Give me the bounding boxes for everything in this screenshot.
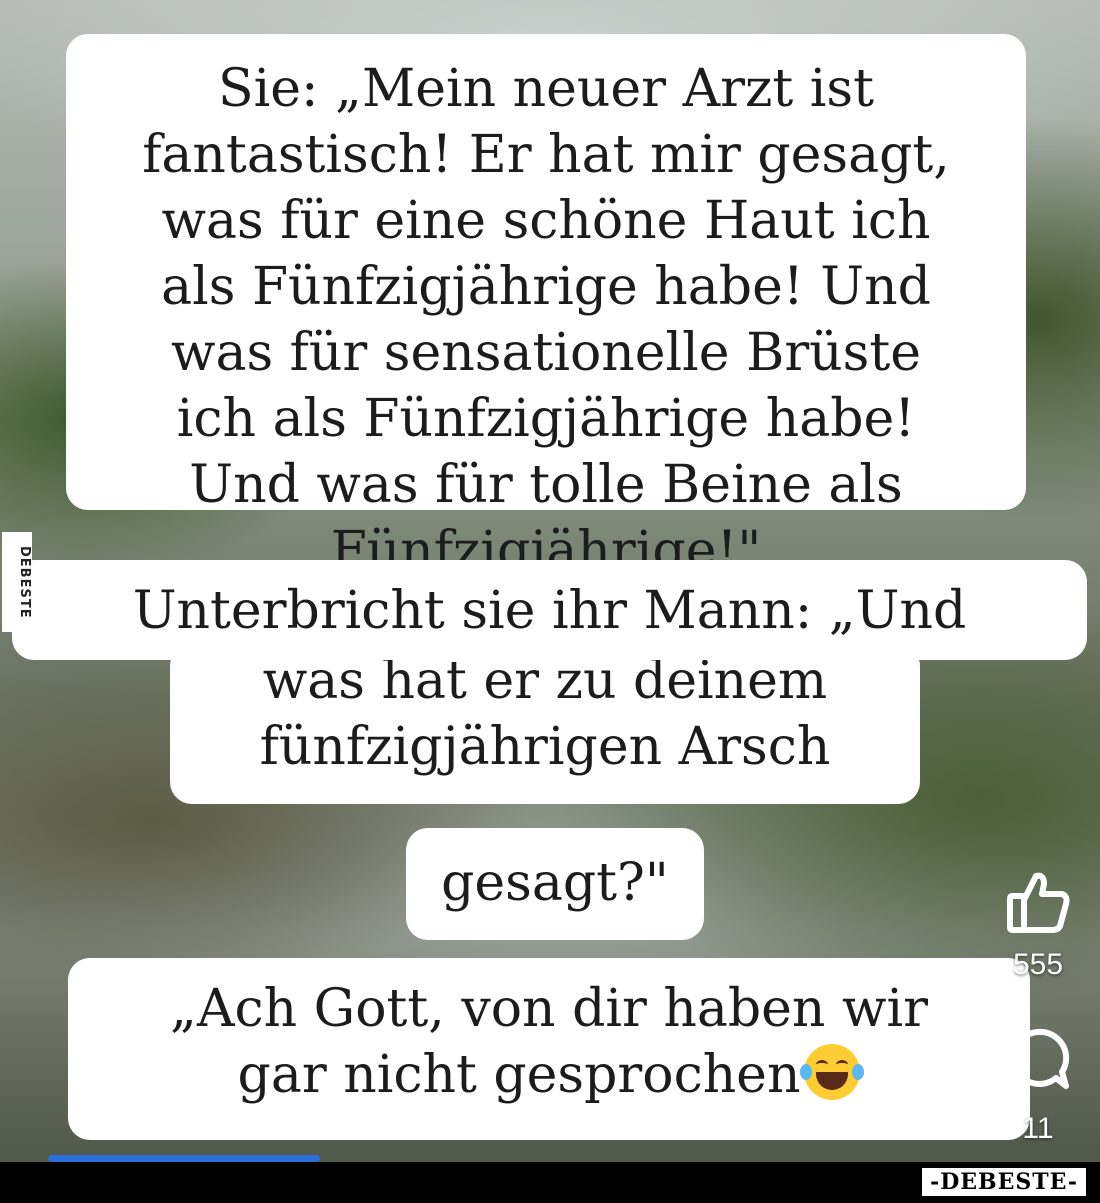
joke-line: als Fünfzigjährige habe! Und [161, 257, 931, 317]
tears-of-joy-emoji-icon [800, 1044, 865, 1100]
joke-line: Sie: „Mein neuer Arzt ist [217, 59, 875, 119]
joke-line: was für sensationelle Brüste [170, 323, 922, 383]
joke-line: ich als Fünfzigjährige habe! [176, 389, 916, 449]
joke-line: was für eine schöne Haut ich [161, 191, 931, 251]
side-watermark: DEBESTE [2, 532, 32, 632]
comment-bubble-icon [1010, 1028, 1070, 1089]
brand-logo: -DEBESTE- [922, 1168, 1086, 1196]
joke-bubble-3: was hat er zu deinem fünfzigjährigen Ars… [170, 644, 920, 804]
like-count: 555 [1012, 948, 1064, 981]
comment-count: 11 [1022, 1112, 1054, 1145]
footer-bar: -DEBESTE- [0, 1162, 1100, 1203]
joke-line: Und was für tolle Beine als [189, 455, 903, 515]
joke-line: Unterbricht sie ihr Mann: „Und [132, 581, 967, 641]
joke-bubble-1: Sie: „Mein neuer Arzt ist fantastisch! E… [66, 34, 1026, 581]
joke-line: gar nicht gesprochen [68, 1042, 1030, 1108]
joke-bubble-4: gesagt?" [406, 828, 704, 940]
joke-line: „Ach Gott, von dir haben wir [170, 979, 928, 1039]
comment-button[interactable] [1000, 1022, 1076, 1098]
joke-line: fantastisch! Er hat mir gesagt, [142, 125, 950, 185]
joke-bubble-5: „Ach Gott, von dir haben wir gar nicht g… [68, 958, 1030, 1140]
video-progress-bar[interactable] [48, 1155, 320, 1162]
joke-line: gesagt?" [441, 853, 669, 913]
like-button[interactable] [1002, 866, 1074, 938]
joke-line: fünfzigjährigen Arsch [259, 717, 831, 777]
joke-line-text: gar nicht gesprochen [237, 1045, 801, 1105]
thumbs-up-icon [1007, 872, 1070, 933]
joke-bubble-2: Unterbricht sie ihr Mann: „Und [12, 560, 1087, 660]
